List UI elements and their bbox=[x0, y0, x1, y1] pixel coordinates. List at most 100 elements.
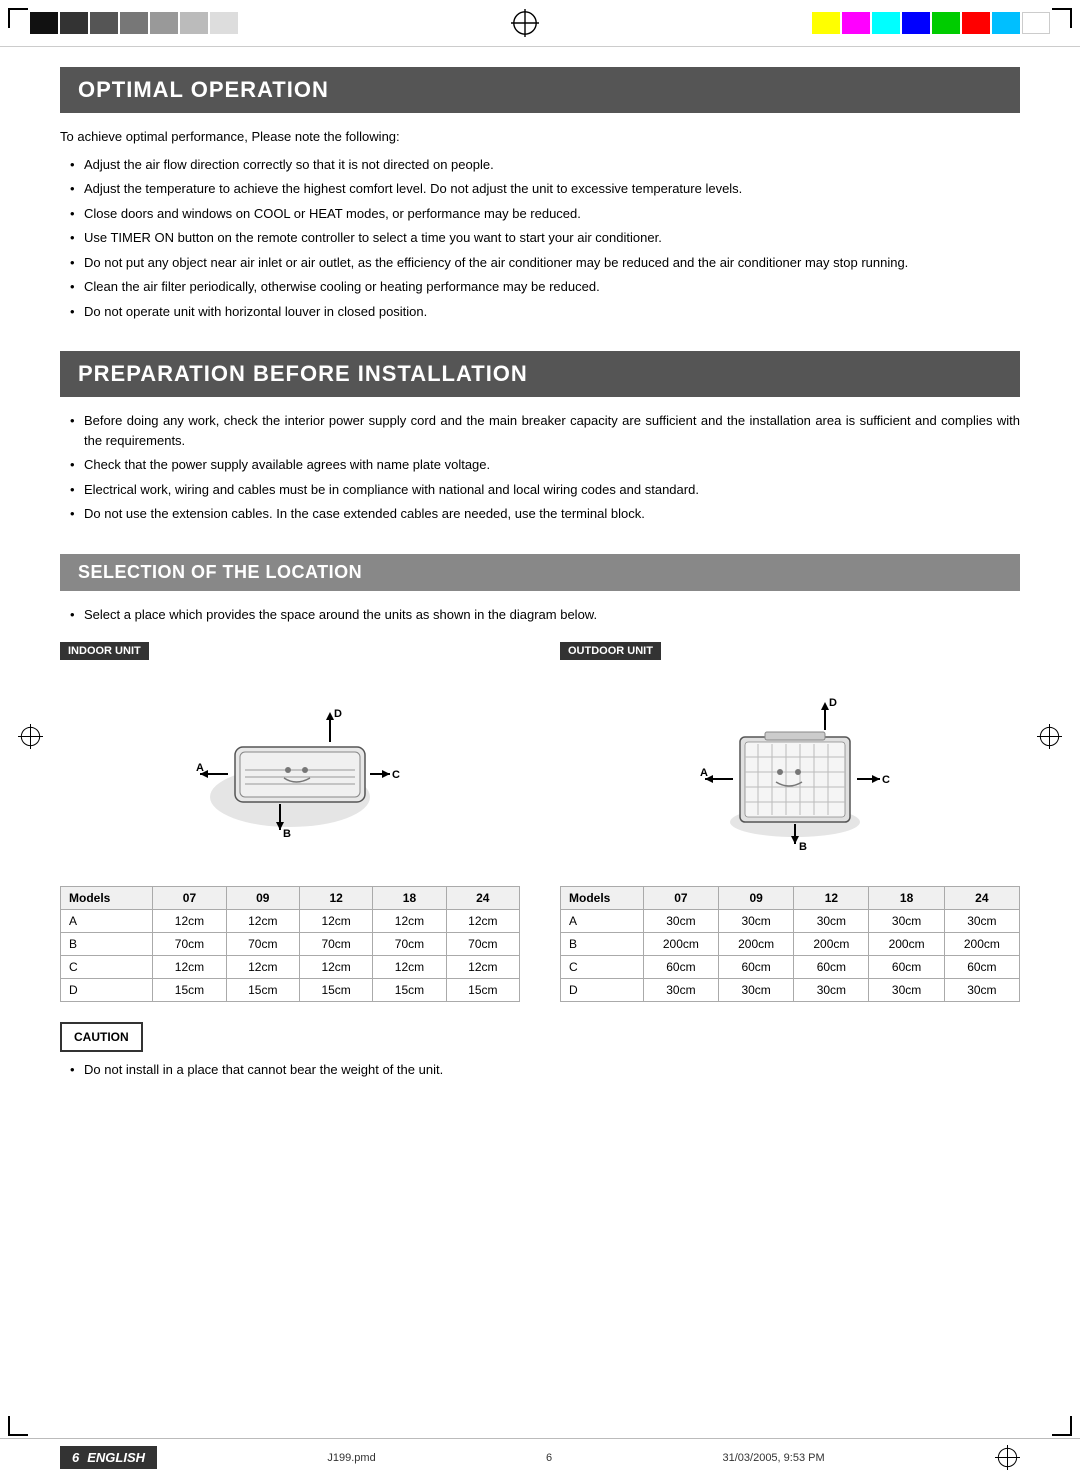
row-a-12: 30cm bbox=[794, 910, 869, 933]
table-row: A 12cm 12cm 12cm 12cm 12cm bbox=[61, 910, 520, 933]
row-b-07: 70cm bbox=[153, 933, 226, 956]
row-c-24: 60cm bbox=[944, 956, 1019, 979]
table-header-12: 12 bbox=[794, 887, 869, 910]
right-crosshair bbox=[1037, 724, 1062, 752]
row-d-09: 30cm bbox=[719, 979, 794, 1002]
color-swatch-1 bbox=[30, 12, 58, 34]
outdoor-unit-label: OUTDOOR UNIT bbox=[560, 642, 661, 660]
selection-section: SELECTION OF THE LOCATION Select a place… bbox=[60, 554, 1020, 1080]
bullet-item: Use TIMER ON button on the remote contro… bbox=[70, 228, 1020, 248]
corner-mark-tl bbox=[8, 8, 28, 28]
row-d-24: 15cm bbox=[446, 979, 519, 1002]
row-d-18: 30cm bbox=[869, 979, 944, 1002]
color-swatch-6 bbox=[180, 12, 208, 34]
bullet-item: Adjust the air flow direction correctly … bbox=[70, 155, 1020, 175]
selection-title: SELECTION OF THE LOCATION bbox=[60, 554, 1020, 591]
outdoor-unit-diagram: A B C D bbox=[560, 672, 1020, 872]
svg-text:A: A bbox=[700, 767, 708, 779]
corner-mark-br bbox=[1052, 1416, 1072, 1436]
row-b-label: B bbox=[61, 933, 153, 956]
color-swatch-magenta bbox=[842, 12, 870, 34]
corner-mark-tr bbox=[1052, 8, 1072, 28]
caution-bullet: Do not install in a place that cannot be… bbox=[70, 1060, 1020, 1080]
indoor-unit-section: INDOOR UNIT bbox=[60, 642, 520, 1002]
table-row: B 200cm 200cm 200cm 200cm 200cm bbox=[561, 933, 1020, 956]
table-header-07: 07 bbox=[153, 887, 226, 910]
indoor-unit-diagram: A B C D bbox=[60, 672, 520, 872]
row-d-09: 15cm bbox=[226, 979, 299, 1002]
selection-intro-list: Select a place which provides the space … bbox=[60, 605, 1020, 625]
bullet-item: Do not put any object near air inlet or … bbox=[70, 253, 1020, 273]
row-a-24: 12cm bbox=[446, 910, 519, 933]
table-row: D 30cm 30cm 30cm 30cm 30cm bbox=[561, 979, 1020, 1002]
color-swatch-4 bbox=[120, 12, 148, 34]
color-swatch-5 bbox=[150, 12, 178, 34]
indoor-spec-table: Models 07 09 12 18 24 A 12cm 12cm bbox=[60, 886, 520, 1002]
color-swatch-lightblue bbox=[992, 12, 1020, 34]
table-row: A 30cm 30cm 30cm 30cm 30cm bbox=[561, 910, 1020, 933]
bullet-item: Clean the air filter periodically, other… bbox=[70, 277, 1020, 297]
row-c-09: 60cm bbox=[719, 956, 794, 979]
footer-center-text: 6 bbox=[546, 1452, 552, 1464]
row-c-09: 12cm bbox=[226, 956, 299, 979]
svg-text:B: B bbox=[799, 841, 807, 853]
color-bar-right bbox=[812, 12, 1050, 34]
location-diagrams: INDOOR UNIT bbox=[60, 642, 1020, 1002]
row-a-24: 30cm bbox=[944, 910, 1019, 933]
left-crosshair bbox=[18, 724, 43, 752]
footer-page-number: 6 bbox=[72, 1450, 79, 1465]
outdoor-diagram-svg: A B C D bbox=[680, 682, 900, 862]
bullet-item: Check that the power supply available ag… bbox=[70, 455, 1020, 475]
row-d-label: D bbox=[561, 979, 644, 1002]
table-header-24: 24 bbox=[944, 887, 1019, 910]
optimal-operation-section: OPTIMAL OPERATION To achieve optimal per… bbox=[60, 67, 1020, 321]
top-color-bar bbox=[0, 0, 1080, 47]
page-content: OPTIMAL OPERATION To achieve optimal per… bbox=[0, 47, 1080, 1130]
color-swatch-blue bbox=[902, 12, 930, 34]
row-a-18: 12cm bbox=[373, 910, 446, 933]
color-swatch-3 bbox=[90, 12, 118, 34]
row-b-07: 200cm bbox=[643, 933, 718, 956]
row-c-12: 12cm bbox=[299, 956, 372, 979]
row-a-label: A bbox=[61, 910, 153, 933]
row-a-18: 30cm bbox=[869, 910, 944, 933]
caution-label: CAUTION bbox=[60, 1022, 143, 1052]
row-c-24: 12cm bbox=[446, 956, 519, 979]
table-header-09: 09 bbox=[719, 887, 794, 910]
row-a-09: 12cm bbox=[226, 910, 299, 933]
table-header-18: 18 bbox=[373, 887, 446, 910]
bullet-item: Adjust the temperature to achieve the hi… bbox=[70, 179, 1020, 199]
optimal-operation-title: OPTIMAL OPERATION bbox=[60, 67, 1020, 113]
row-c-18: 60cm bbox=[869, 956, 944, 979]
row-d-07: 30cm bbox=[643, 979, 718, 1002]
row-d-label: D bbox=[61, 979, 153, 1002]
color-swatch-2 bbox=[60, 12, 88, 34]
svg-text:D: D bbox=[334, 708, 342, 720]
caution-section: CAUTION Do not install in a place that c… bbox=[60, 1022, 1020, 1080]
bullet-item: Do not operate unit with horizontal louv… bbox=[70, 302, 1020, 322]
row-b-12: 200cm bbox=[794, 933, 869, 956]
svg-text:A: A bbox=[196, 762, 204, 774]
footer-right-text: 31/03/2005, 9:53 PM bbox=[723, 1452, 825, 1464]
corner-mark-bl bbox=[8, 1416, 28, 1436]
optimal-operation-intro: To achieve optimal performance, Please n… bbox=[60, 127, 1020, 147]
color-swatch-white bbox=[1022, 12, 1050, 34]
table-header-24: 24 bbox=[446, 887, 519, 910]
color-swatch-red bbox=[962, 12, 990, 34]
row-c-12: 60cm bbox=[794, 956, 869, 979]
row-b-12: 70cm bbox=[299, 933, 372, 956]
row-a-07: 12cm bbox=[153, 910, 226, 933]
row-d-12: 30cm bbox=[794, 979, 869, 1002]
table-row: C 12cm 12cm 12cm 12cm 12cm bbox=[61, 956, 520, 979]
row-b-label: B bbox=[561, 933, 644, 956]
table-header-12: 12 bbox=[299, 887, 372, 910]
optimal-operation-list: Adjust the air flow direction correctly … bbox=[60, 155, 1020, 322]
row-b-18: 200cm bbox=[869, 933, 944, 956]
table-header-models: Models bbox=[61, 887, 153, 910]
preparation-list: Before doing any work, check the interio… bbox=[60, 411, 1020, 524]
svg-text:C: C bbox=[392, 769, 400, 781]
footer-crosshair bbox=[995, 1445, 1020, 1470]
color-swatch-green bbox=[932, 12, 960, 34]
page-footer: 6 ENGLISH J199.pmd 6 31/03/2005, 9:53 PM bbox=[0, 1438, 1080, 1476]
row-b-09: 200cm bbox=[719, 933, 794, 956]
